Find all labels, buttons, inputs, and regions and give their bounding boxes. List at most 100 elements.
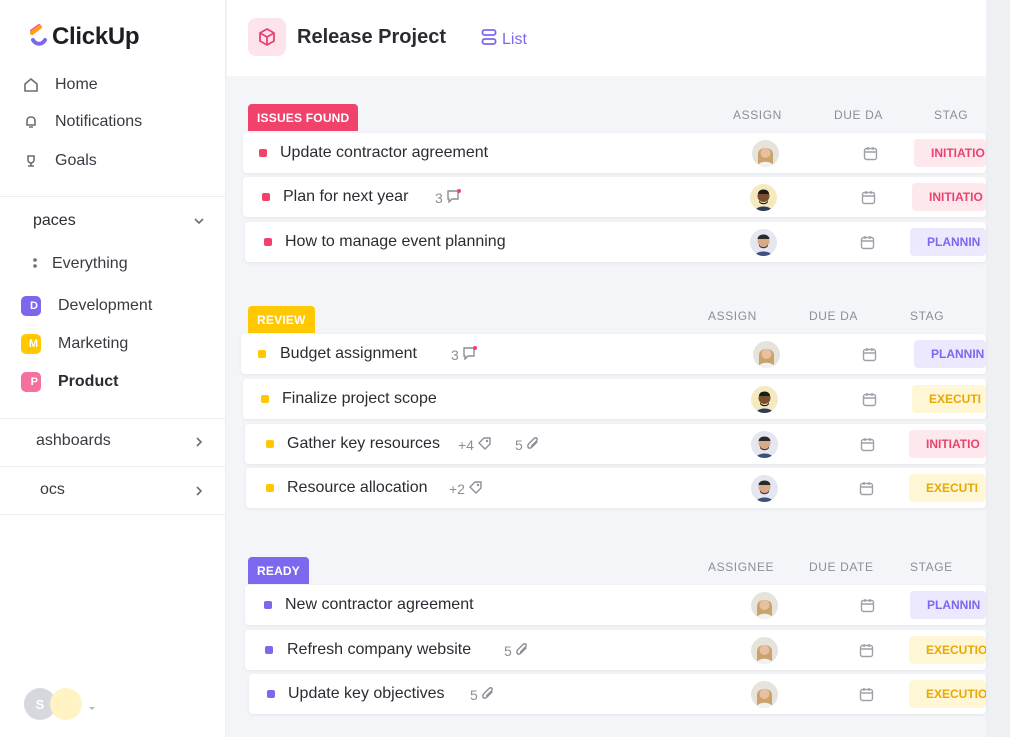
list-view-icon (481, 28, 502, 51)
group-badge-issues-found[interactable]: ISSUES FOUND (248, 104, 359, 131)
tab-list-label: List (502, 30, 527, 48)
calendar-icon[interactable] (860, 235, 875, 250)
calendar-icon[interactable] (863, 146, 878, 161)
task-row[interactable]: Budget assignment 3 PLANNIN (241, 334, 986, 374)
assignee-avatar[interactable] (751, 386, 778, 413)
comment-count[interactable]: 3 (451, 346, 478, 363)
workspace-avatar[interactable] (50, 688, 82, 720)
nav-home[interactable]: Home (0, 70, 225, 100)
nav-notifications[interactable]: Notifications (0, 107, 225, 137)
space-label: Product (58, 373, 119, 390)
stage-pill[interactable]: INITIATIO (914, 139, 986, 167)
task-name: How to manage event planning (285, 233, 506, 250)
space-avatar-icon: P (21, 372, 41, 392)
task-row[interactable]: Gather key resources +4 5 INITIATIO (245, 424, 986, 464)
status-square-icon[interactable] (259, 149, 267, 157)
clickup-logo[interactable]: ClickUp (30, 22, 140, 52)
sidebar-item-product[interactable]: P Product (0, 367, 225, 397)
calendar-icon[interactable] (861, 190, 876, 205)
task-row[interactable]: Plan for next year 3 INITIATIO (243, 177, 986, 217)
calendar-icon[interactable] (859, 643, 874, 658)
trophy-icon (22, 152, 40, 170)
group-badge-ready[interactable]: READY (248, 557, 310, 584)
paperclip-icon (478, 686, 495, 704)
stage-pill[interactable]: INITIATIO (909, 430, 986, 458)
task-name: Gather key resources (287, 435, 440, 452)
attachment-count[interactable]: 5 (504, 642, 529, 660)
assignee-avatar[interactable] (751, 637, 778, 664)
status-square-icon[interactable] (266, 484, 274, 492)
caret-down-icon[interactable] (88, 700, 96, 710)
column-header-stage[interactable]: STAG (934, 108, 968, 122)
attachment-count[interactable]: 5 (470, 686, 495, 704)
column-header-due-date[interactable]: DUE DATE (809, 560, 874, 574)
sidebar-item-marketing[interactable]: M Marketing (0, 329, 225, 359)
spaces-section-label[interactable]: paces (33, 212, 76, 230)
tag-count[interactable]: +2 (449, 480, 483, 498)
task-row[interactable]: Refresh company website 5 EXECUTIO (245, 630, 986, 670)
tab-list[interactable]: List (481, 28, 527, 51)
calendar-icon[interactable] (860, 437, 875, 452)
calendar-icon[interactable] (862, 347, 877, 362)
assignee-avatar[interactable] (750, 229, 777, 256)
status-square-icon[interactable] (267, 690, 275, 698)
stage-pill[interactable]: EXECUTIO (909, 636, 986, 664)
paperclip-icon (512, 642, 529, 660)
stage-pill[interactable]: EXECUTI (912, 385, 986, 413)
task-name: Update contractor agreement (280, 144, 489, 161)
stage-pill[interactable]: EXECUTIO (909, 680, 986, 708)
column-header-due-date[interactable]: DUE DA (809, 309, 858, 323)
calendar-icon[interactable] (859, 481, 874, 496)
task-name: New contractor agreement (285, 596, 474, 613)
chevron-down-icon[interactable] (192, 214, 206, 228)
column-header-stage[interactable]: STAGE (910, 560, 953, 574)
assignee-avatar[interactable] (751, 431, 778, 458)
tag-icon (465, 480, 483, 498)
column-header-stage[interactable]: STAG (910, 309, 944, 323)
status-square-icon[interactable] (258, 350, 266, 358)
nav-notifications-label: Notifications (55, 113, 143, 130)
assignee-avatar[interactable] (752, 140, 779, 167)
status-square-icon[interactable] (264, 601, 272, 609)
home-icon (22, 76, 40, 94)
column-header-assignee[interactable]: ASSIGN (708, 309, 757, 323)
chevron-right-icon[interactable] (192, 435, 206, 449)
assignee-avatar[interactable] (750, 184, 777, 211)
stage-pill[interactable]: INITIATIO (912, 183, 986, 211)
status-square-icon[interactable] (261, 395, 269, 403)
chevron-right-icon[interactable] (192, 484, 206, 498)
task-row[interactable]: Resource allocation +2 EXECUTI (246, 468, 986, 508)
task-row[interactable]: Finalize project scope EXECUTI (243, 379, 986, 419)
column-header-assignee[interactable]: ASSIGN (733, 108, 782, 122)
sidebar-item-development[interactable]: D Development (0, 291, 225, 321)
calendar-icon[interactable] (862, 392, 877, 407)
attachment-count[interactable]: 5 (515, 436, 540, 454)
status-square-icon[interactable] (265, 646, 273, 654)
calendar-icon[interactable] (860, 598, 875, 613)
status-square-icon[interactable] (264, 238, 272, 246)
status-square-icon[interactable] (266, 440, 274, 448)
tag-count[interactable]: +4 (458, 436, 492, 454)
sidebar: ClickUp Home Notifications Goals paces E… (0, 0, 226, 737)
status-square-icon[interactable] (262, 193, 270, 201)
column-header-due-date[interactable]: DUE DA (834, 108, 883, 122)
assignee-avatar[interactable] (753, 341, 780, 368)
task-row[interactable]: New contractor agreement PLANNIN (245, 585, 986, 625)
stage-pill[interactable]: PLANNIN (910, 228, 986, 256)
nav-goals[interactable]: Goals (0, 146, 225, 176)
stage-pill[interactable]: PLANNIN (910, 591, 986, 619)
stage-pill[interactable]: EXECUTI (909, 474, 986, 502)
assignee-avatar[interactable] (751, 592, 778, 619)
task-row[interactable]: Update key objectives 5 EXECUTIO (249, 674, 986, 714)
group-badge-review[interactable]: REVIEW (248, 306, 315, 333)
task-row[interactable]: Update contractor agreement INITIATIO (243, 133, 986, 173)
comment-count[interactable]: 3 (435, 189, 462, 206)
task-row[interactable]: How to manage event planning PLANNIN (245, 222, 986, 262)
assignee-avatar[interactable] (751, 475, 778, 502)
stage-pill[interactable]: PLANNIN (914, 340, 986, 368)
column-header-assignee[interactable]: ASSIGNEE (708, 560, 774, 574)
grid-dots-icon (26, 255, 44, 273)
assignee-avatar[interactable] (751, 681, 778, 708)
calendar-icon[interactable] (859, 687, 874, 702)
sidebar-item-everything[interactable]: Everything (0, 249, 225, 279)
